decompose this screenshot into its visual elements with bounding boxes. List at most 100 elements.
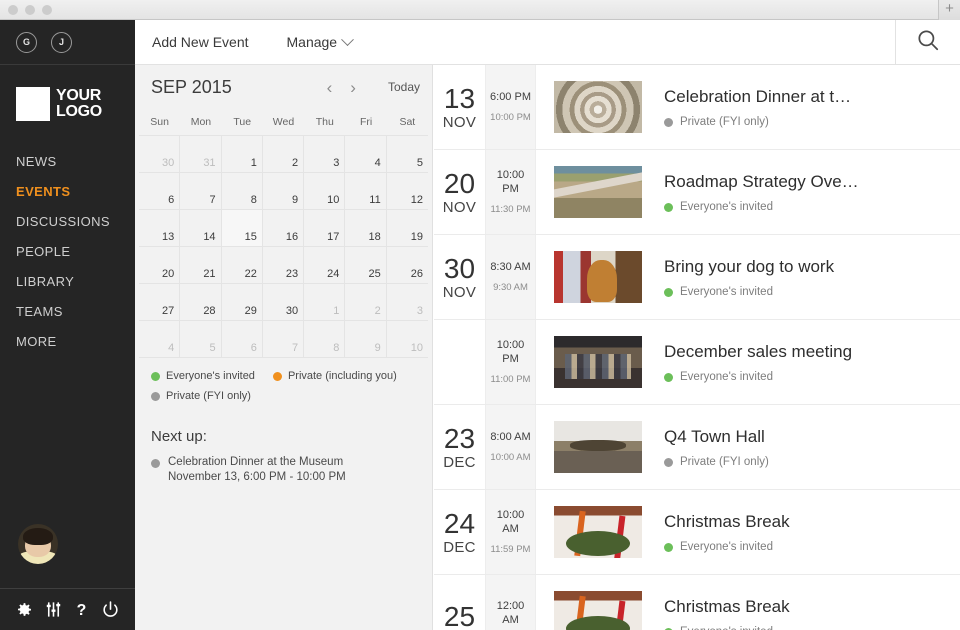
- event-title: Christmas Break: [664, 597, 790, 616]
- calendar-day-cell[interactable]: 7: [262, 321, 305, 358]
- event-date: 25: [434, 575, 486, 630]
- calendar-day-cell[interactable]: 11: [345, 173, 387, 210]
- event-date: 20 NOV: [434, 150, 486, 234]
- calendar-day-number: 10: [410, 342, 423, 354]
- day-name-fri: Fri: [359, 116, 373, 128]
- calendar-day-number: 6: [250, 342, 257, 354]
- event-visibility: Everyone's invited: [664, 371, 852, 383]
- calendar-day-cell[interactable]: 6: [221, 321, 263, 358]
- calendar-day-cell[interactable]: 23: [262, 247, 305, 284]
- calendar-day-cell[interactable]: 28: [180, 284, 222, 321]
- boardroom-thumbnail: [554, 421, 642, 473]
- calendar-day-number: 18: [368, 231, 381, 243]
- calendar-day-cell[interactable]: 1: [221, 136, 263, 173]
- sidebar-item-news[interactable]: NEWS: [0, 147, 135, 177]
- calendar-day-cell[interactable]: 15: [221, 210, 263, 247]
- next-up-item[interactable]: Celebration Dinner at the Museum Novembe…: [151, 455, 432, 485]
- calendar-day-number: 9: [374, 342, 381, 354]
- new-tab-button[interactable]: +: [938, 0, 960, 20]
- calendar-day-cell[interactable]: 31: [180, 136, 222, 173]
- power-icon[interactable]: [101, 600, 120, 619]
- calendar-day-cell[interactable]: 8: [221, 173, 263, 210]
- prev-month-button[interactable]: ‹: [327, 79, 333, 96]
- event-row[interactable]: 13 NOV 6:00 PM 10:00 PM Celebration Dinner a…: [434, 65, 960, 150]
- calendar-day-cell[interactable]: 18: [345, 210, 387, 247]
- add-new-event-button[interactable]: Add New Event: [152, 34, 249, 50]
- search-button[interactable]: [895, 20, 960, 64]
- calendar-day-cell[interactable]: 9: [262, 173, 305, 210]
- event-body: Christmas Break Everyone's invited: [642, 490, 790, 574]
- calendar-day-cell[interactable]: 5: [180, 321, 222, 358]
- badge-g[interactable]: G: [16, 31, 37, 53]
- calendar-day-number: 2: [292, 157, 299, 169]
- calendar-day-cell[interactable]: 4: [345, 136, 387, 173]
- calendar-day-cell[interactable]: 24: [304, 247, 346, 284]
- event-row[interactable]: 25 12:00 AM Christmas Break Everyone's invi…: [434, 575, 960, 630]
- badge-j[interactable]: J: [51, 31, 72, 53]
- calendar-day-cell[interactable]: 16: [262, 210, 305, 247]
- event-time: 6:00 PM 10:00 PM: [486, 65, 536, 149]
- next-month-button[interactable]: ›: [350, 79, 356, 96]
- sidebar-item-people[interactable]: PEOPLE: [0, 237, 135, 267]
- calendar-day-cell[interactable]: 21: [180, 247, 222, 284]
- calendar-day-cell[interactable]: 30: [262, 284, 305, 321]
- calendar-day-cell[interactable]: 12: [386, 173, 428, 210]
- spiral-staircase-thumbnail: [554, 81, 642, 133]
- event-end-time: 9:30 AM: [493, 282, 528, 293]
- event-start-time: 8:00 AM: [490, 431, 531, 443]
- calendar-day-cell[interactable]: 17: [304, 210, 346, 247]
- sidebar-item-more[interactable]: MORE: [0, 327, 135, 357]
- calendar-day-cell[interactable]: 6: [139, 173, 181, 210]
- legend-everyone: Everyone's invited: [151, 370, 255, 382]
- calendar-day-cell[interactable]: 25: [345, 247, 387, 284]
- event-time: 8:00 AM 10:00 AM: [486, 405, 536, 489]
- gear-icon[interactable]: [15, 600, 34, 619]
- close-button[interactable]: [8, 5, 18, 15]
- events-list[interactable]: 13 NOV 6:00 PM 10:00 PM Celebration Dinner a…: [434, 65, 960, 630]
- event-visibility: Private (FYI only): [664, 456, 769, 468]
- sliders-icon[interactable]: [44, 600, 63, 619]
- calendar-day-cell[interactable]: 22: [221, 247, 263, 284]
- next-up-section: Next up: Celebration Dinner at the Museu…: [135, 410, 432, 485]
- calendar-day-cell[interactable]: 1: [304, 284, 346, 321]
- event-row[interactable]: 10:00 PM 11:00 PM December sales meeting Ev…: [434, 320, 960, 405]
- calendar-day-cell[interactable]: 10: [304, 173, 346, 210]
- today-button[interactable]: Today: [388, 80, 420, 94]
- calendar-day-number: 12: [410, 194, 423, 206]
- event-row[interactable]: 20 NOV 10:00 PM 11:30 PM Roadmap Strategy Ov…: [434, 150, 960, 235]
- sidebar-item-events[interactable]: EVENTS: [0, 177, 135, 207]
- manage-dropdown[interactable]: Manage: [287, 32, 354, 50]
- calendar-day-cell[interactable]: 7: [180, 173, 222, 210]
- event-row[interactable]: 30 NOV 8:30 AM 9:30 AM Bring your dog to wor…: [434, 235, 960, 320]
- calendar-day-cell[interactable]: 19: [386, 210, 428, 247]
- calendar-day-cell[interactable]: 30: [139, 136, 181, 173]
- brand-logo[interactable]: YOUR LOGO: [0, 65, 135, 121]
- calendar-day-cell[interactable]: 9: [345, 321, 387, 358]
- sidebar-item-library[interactable]: LIBRARY: [0, 267, 135, 297]
- event-row[interactable]: 24 DEC 10:00 AM 11:59 PM Christmas Break Ever…: [434, 490, 960, 575]
- zoom-button[interactable]: [42, 5, 52, 15]
- calendar-day-cell[interactable]: 29: [221, 284, 263, 321]
- calendar-day-cell[interactable]: 5: [386, 136, 428, 173]
- calendar-day-cell[interactable]: 10: [386, 321, 428, 358]
- calendar-day-cell[interactable]: 2: [262, 136, 305, 173]
- calendar-day-cell[interactable]: 3: [386, 284, 428, 321]
- event-title: Christmas Break: [664, 512, 790, 531]
- sidebar-item-teams[interactable]: TEAMS: [0, 297, 135, 327]
- event-date: 13 NOV: [434, 65, 486, 149]
- calendar-day-cell[interactable]: 4: [139, 321, 181, 358]
- calendar-day-cell[interactable]: 2: [345, 284, 387, 321]
- calendar-day-cell[interactable]: 13: [139, 210, 181, 247]
- calendar-day-cell[interactable]: 20: [139, 247, 181, 284]
- help-icon[interactable]: ?: [72, 600, 91, 619]
- calendar-day-number: 4: [374, 157, 381, 169]
- minimize-button[interactable]: [25, 5, 35, 15]
- calendar-day-cell[interactable]: 8: [304, 321, 346, 358]
- calendar-day-cell[interactable]: 26: [386, 247, 428, 284]
- calendar-day-cell[interactable]: 14: [180, 210, 222, 247]
- event-row[interactable]: 23 DEC 8:00 AM 10:00 AM Q4 Town Hall Private …: [434, 405, 960, 490]
- calendar-day-cell[interactable]: 27: [139, 284, 181, 321]
- calendar-day-cell[interactable]: 3: [304, 136, 346, 173]
- user-avatar[interactable]: [18, 524, 58, 564]
- sidebar-item-discussions[interactable]: DISCUSSIONS: [0, 207, 135, 237]
